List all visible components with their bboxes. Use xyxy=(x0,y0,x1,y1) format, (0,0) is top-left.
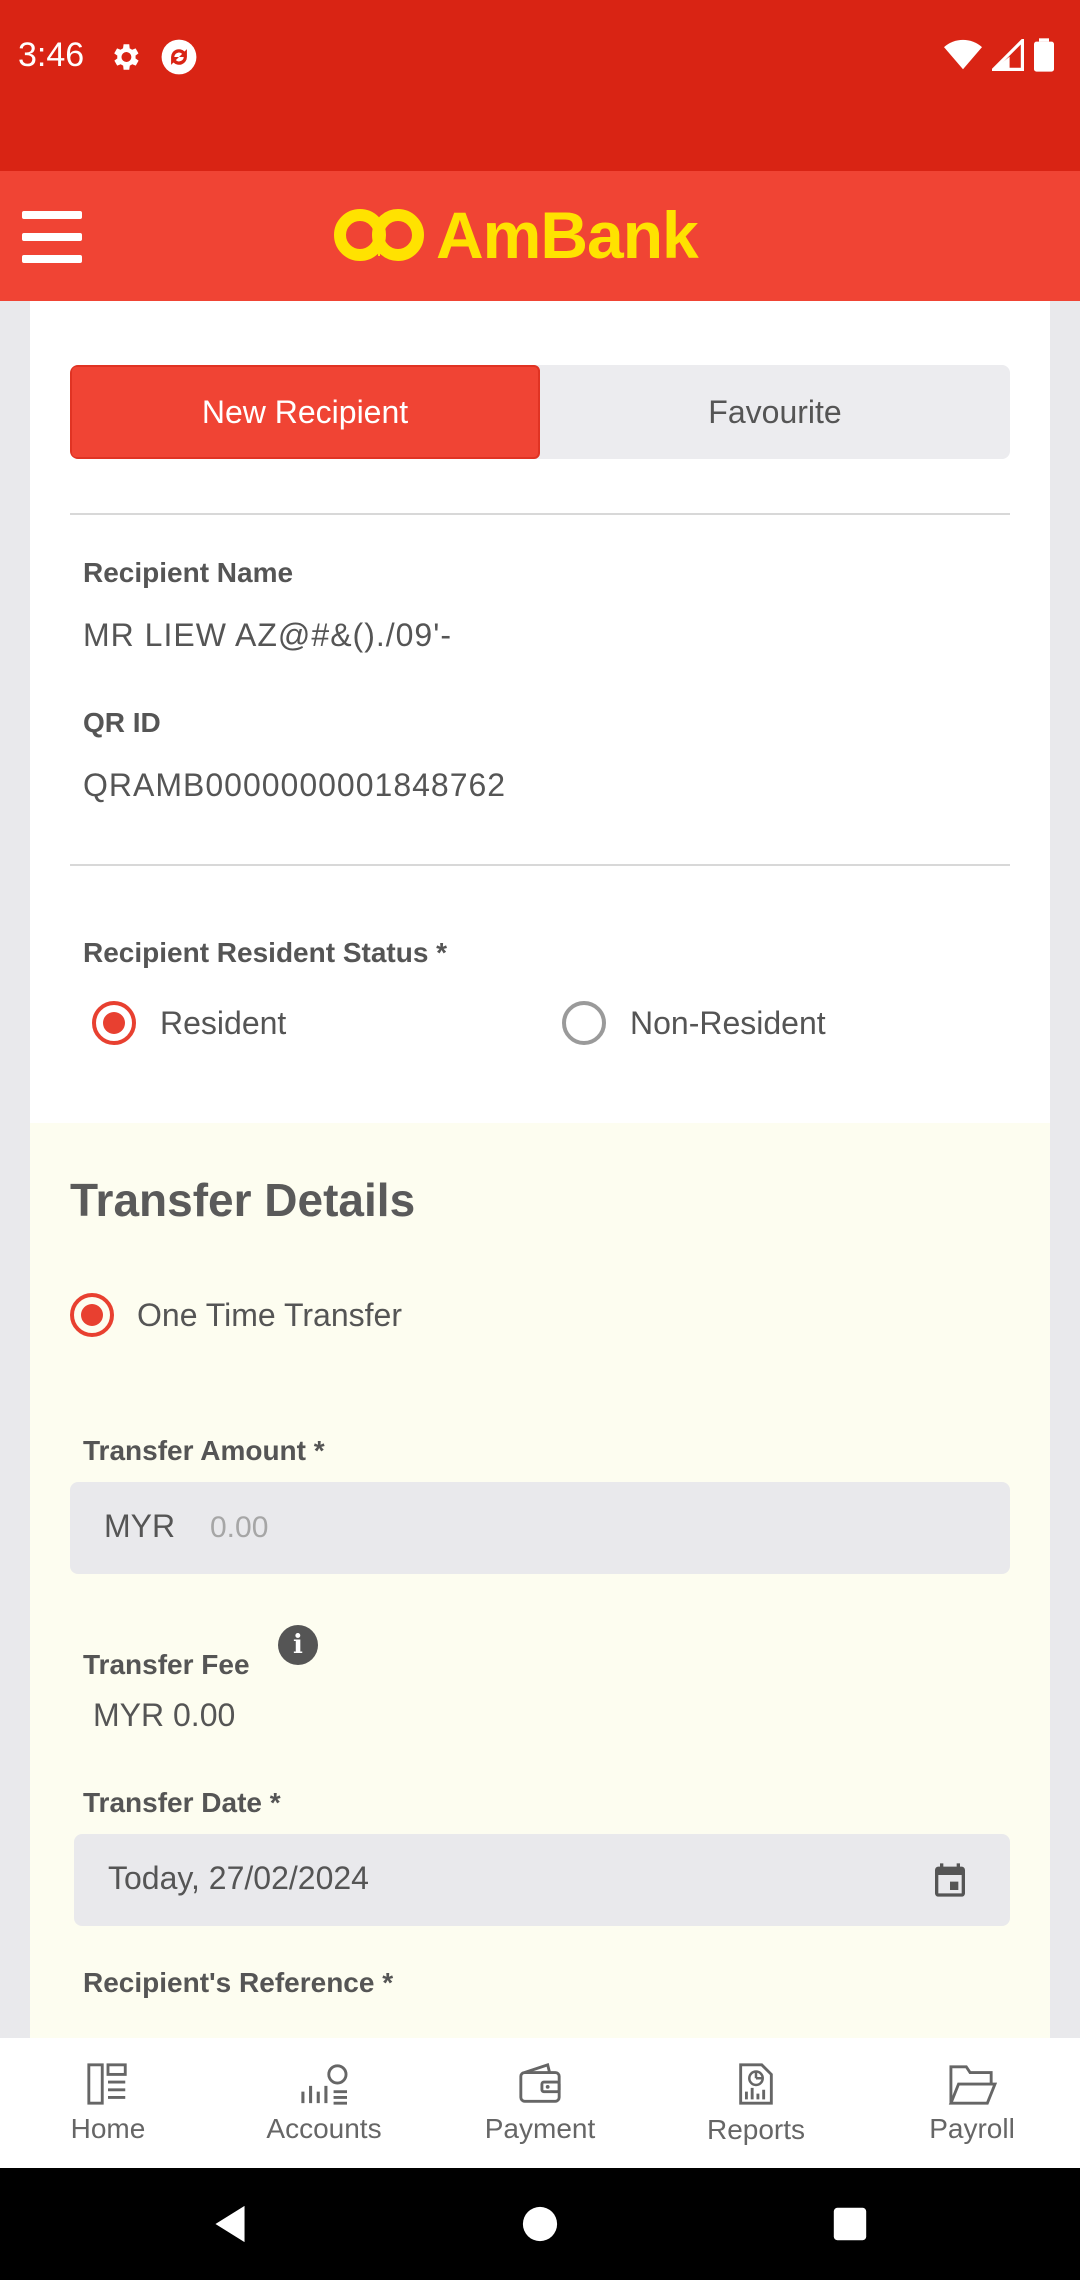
wallet-icon xyxy=(519,2062,561,2103)
tab-favourite[interactable]: Favourite xyxy=(540,365,1010,459)
system-navigation-bar xyxy=(0,2168,1080,2280)
one-time-transfer-label[interactable]: One Time Transfer xyxy=(137,1297,402,1334)
transfer-amount-input[interactable] xyxy=(210,1506,910,1550)
recipient-name-value: MR LIEW AZ@#&()./09'- xyxy=(83,617,452,653)
ambank-logo: AmBank xyxy=(334,197,699,273)
qr-id-label: QR ID xyxy=(83,707,161,738)
status-icons-left xyxy=(108,38,198,76)
back-button[interactable] xyxy=(190,2168,270,2280)
menu-bar xyxy=(22,233,82,241)
recents-button[interactable] xyxy=(810,2168,890,2280)
nav-payroll[interactable]: Payroll xyxy=(864,2038,1080,2168)
transfer-amount-field[interactable]: MYR xyxy=(70,1482,1010,1574)
tab-new-recipient[interactable]: New Recipient xyxy=(70,365,540,459)
transfer-date-field[interactable]: Today, 27/02/2024 xyxy=(74,1834,1010,1926)
transfer-details-title: Transfer Details xyxy=(70,1174,416,1226)
resident-radio-label[interactable]: Resident xyxy=(160,1005,286,1042)
home-icon xyxy=(87,2063,127,2105)
menu-bar xyxy=(22,211,82,219)
nav-reports-label: Reports xyxy=(706,2114,806,2145)
battery-icon xyxy=(1034,38,1054,72)
transfer-date-label: Transfer Date * xyxy=(83,1787,281,1818)
reports-icon xyxy=(739,2063,773,2105)
recipient-tabs: New Recipient Favourite xyxy=(70,365,1010,459)
non-resident-radio-label[interactable]: Non-Resident xyxy=(630,1005,826,1042)
currency-prefix: MYR xyxy=(104,1508,176,1544)
bottom-nav: Home Accounts Payment Reports Payroll xyxy=(0,2038,1080,2168)
transfer-details-section: Transfer Details One Time Transfer Trans… xyxy=(30,1123,1050,2038)
app-header: AmBank xyxy=(0,171,1080,301)
transfer-form-card: New Recipient Favourite Recipient Name M… xyxy=(30,301,1050,2038)
nav-reports[interactable]: Reports xyxy=(648,2038,864,2168)
home-circle-icon xyxy=(522,2206,558,2242)
nav-payment[interactable]: Payment xyxy=(432,2038,648,2168)
nav-home-label: Home xyxy=(70,2113,146,2144)
nav-accounts[interactable]: Accounts xyxy=(216,2038,432,2168)
menu-bar xyxy=(22,255,82,263)
recents-icon xyxy=(833,2207,867,2241)
status-time: 3:46 xyxy=(18,36,85,74)
resident-radio[interactable] xyxy=(92,1001,136,1045)
nav-accounts-label: Accounts xyxy=(266,2113,382,2144)
nav-home[interactable]: Home xyxy=(0,2038,216,2168)
nav-payment-label: Payment xyxy=(484,2113,596,2144)
folder-icon xyxy=(948,2065,997,2105)
signal-icon xyxy=(992,39,1024,71)
transfer-date-value: Today, 27/02/2024 xyxy=(108,1860,369,1896)
divider xyxy=(70,864,1010,866)
ambank-logo-icon xyxy=(334,209,424,261)
wifi-icon xyxy=(944,39,982,70)
qr-id-value: QRAMB0000000001848762 xyxy=(83,767,507,803)
sync-icon xyxy=(161,39,197,75)
calendar-icon[interactable] xyxy=(930,1860,970,1900)
home-button[interactable] xyxy=(500,2168,580,2280)
non-resident-radio[interactable] xyxy=(562,1001,606,1045)
one-time-transfer-radio[interactable] xyxy=(70,1293,114,1337)
back-icon xyxy=(215,2205,245,2243)
accounts-icon xyxy=(301,2064,348,2105)
menu-button[interactable] xyxy=(22,211,82,263)
resident-status-label: Recipient Resident Status * xyxy=(83,937,448,968)
divider xyxy=(70,513,1010,515)
status-bar: 3:46 xyxy=(0,0,1080,171)
recipient-reference-label: Recipient's Reference * xyxy=(83,1967,394,1998)
transfer-fee-value: MYR 0.00 xyxy=(93,1697,236,1733)
logo-text: AmBank xyxy=(436,198,699,272)
status-icons-right xyxy=(944,38,1054,72)
info-icon[interactable]: i xyxy=(278,1625,318,1665)
gear-icon xyxy=(114,44,139,70)
recipient-name-label: Recipient Name xyxy=(83,557,294,588)
transfer-fee-label: Transfer Fee xyxy=(83,1649,250,1680)
transfer-amount-label: Transfer Amount * xyxy=(83,1435,325,1466)
nav-payroll-label: Payroll xyxy=(929,2113,1015,2144)
